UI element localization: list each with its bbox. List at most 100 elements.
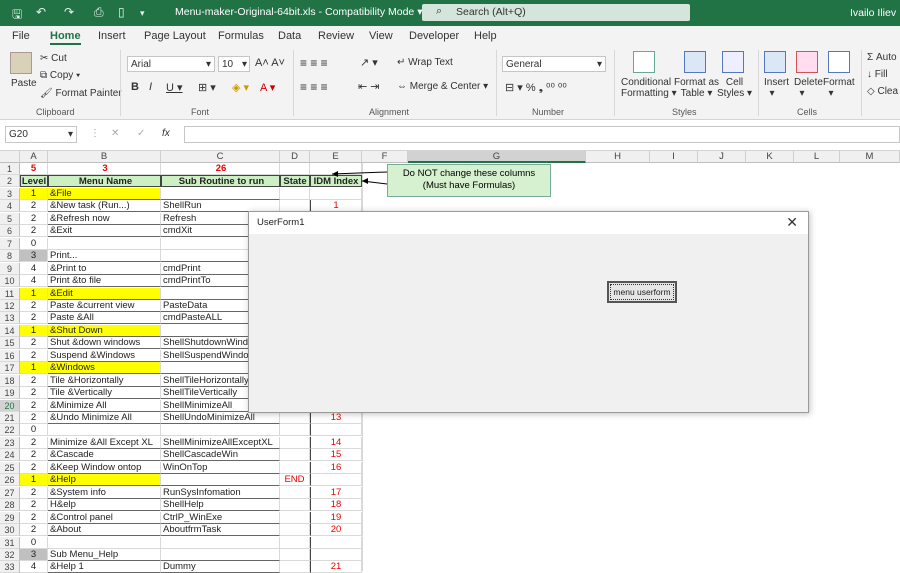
cell-d[interactable] [280, 486, 310, 499]
cell-d[interactable] [280, 424, 310, 437]
column-header-h[interactable]: H [586, 151, 650, 163]
search-box[interactable]: ⌕ Search (Alt+Q) [422, 4, 690, 21]
cell-a[interactable]: 1 [20, 324, 48, 337]
delete-cells-button[interactable]: Delete ▾ [794, 77, 823, 99]
cell-e[interactable]: 14 [310, 436, 362, 449]
cell-d[interactable] [280, 499, 310, 512]
cell-b[interactable]: &Windows [48, 362, 161, 375]
row-header[interactable]: 3 [0, 187, 20, 200]
column-header-l[interactable]: L [794, 151, 840, 163]
cell-a[interactable]: 2 [20, 412, 48, 424]
tab-home[interactable]: Home [50, 30, 81, 45]
column-header-c[interactable]: C [161, 151, 280, 163]
cell-a[interactable]: 1 [20, 474, 48, 487]
cell-d[interactable] [280, 548, 310, 561]
delete-cells-icon[interactable] [796, 51, 818, 73]
cell-b[interactable]: &System info [48, 486, 161, 499]
cell-b[interactable]: Paste &All [48, 312, 161, 325]
conditional-formatting-button[interactable]: Conditional Formatting ▾ [621, 77, 677, 99]
cell-b[interactable]: &Edit [48, 287, 161, 300]
cell-b[interactable] [48, 536, 161, 549]
row-header[interactable]: 19 [0, 387, 20, 400]
cell-e[interactable] [310, 548, 362, 561]
close-icon[interactable]: ✕ [786, 214, 798, 231]
cell-c[interactable]: RunSysInfomation [161, 486, 280, 499]
cell-d[interactable] [280, 536, 310, 549]
cell-b[interactable]: Tile &Vertically [48, 387, 161, 400]
row-header[interactable]: 10 [0, 275, 20, 288]
format-as-table-icon[interactable] [684, 51, 706, 73]
cell-c[interactable]: ShellHelp [161, 499, 280, 512]
cell-e[interactable] [310, 424, 362, 437]
cell-styles-button[interactable]: Cell Styles ▾ [717, 77, 752, 99]
cell-a[interactable]: 2 [20, 374, 48, 387]
cell-b[interactable]: &Keep Window ontop [48, 461, 161, 474]
cell-a[interactable]: Level [20, 175, 48, 188]
row-header[interactable]: 25 [0, 461, 20, 474]
cell-a[interactable]: 3 [20, 548, 48, 561]
font-color-button[interactable]: A ▾ [260, 81, 275, 94]
cell-b[interactable]: Minimize &All Except XL [48, 436, 161, 449]
row-header[interactable]: 29 [0, 511, 20, 524]
cancel-icon[interactable]: ✕ [111, 128, 119, 139]
font-name-select[interactable]: Arial ▾ [127, 56, 215, 72]
cell-b[interactable]: &Undo Minimize All [48, 412, 161, 424]
cell-a[interactable]: 3 [20, 250, 48, 263]
cell-c[interactable]: 26 [161, 163, 280, 175]
cell-styles-icon[interactable] [722, 51, 744, 73]
fill-color-button[interactable]: ◈ ▾ [232, 81, 249, 94]
row-header[interactable]: 14 [0, 324, 20, 337]
row-header[interactable]: 11 [0, 287, 20, 300]
row-header[interactable]: 2 [0, 175, 20, 188]
row-header[interactable]: 23 [0, 436, 20, 449]
cell-d[interactable] [280, 511, 310, 524]
cell-a[interactable]: 2 [20, 225, 48, 238]
column-header-b[interactable]: B [48, 151, 161, 163]
underline-button[interactable]: U ▾ [166, 81, 183, 94]
cell-a[interactable]: 2 [20, 511, 48, 524]
cell-a[interactable]: 2 [20, 436, 48, 449]
cell-a[interactable]: 5 [20, 163, 48, 175]
cell-b[interactable] [48, 424, 161, 437]
cell-b[interactable]: Shut &down windows [48, 337, 161, 350]
cell-b[interactable]: Suspend &Windows [48, 349, 161, 362]
cell-c[interactable]: Sub Routine to run [161, 175, 280, 188]
save-icon[interactable]: 🖫 [12, 5, 22, 26]
user-name[interactable]: Ivailo Iliev [850, 7, 896, 19]
fill-button[interactable]: ↓ Fill [867, 69, 888, 80]
cell-b[interactable]: &File [48, 187, 161, 200]
cell-a[interactable]: 0 [20, 536, 48, 549]
cell-e[interactable] [310, 474, 362, 487]
cell-d[interactable] [280, 561, 310, 573]
cell-a[interactable]: 0 [20, 237, 48, 250]
cell-b[interactable]: Tile &Horizontally [48, 374, 161, 387]
row-header[interactable]: 1 [0, 163, 20, 175]
italic-button[interactable]: I [149, 81, 152, 93]
cell-a[interactable]: 2 [20, 387, 48, 400]
cell-b[interactable]: 3 [48, 163, 161, 175]
name-box[interactable]: G20 ▾ [5, 126, 77, 143]
column-header-j[interactable]: J [698, 151, 746, 163]
cell-e[interactable]: 13 [310, 412, 362, 424]
wrap-text-button[interactable]: ↵ Wrap Text [397, 57, 453, 68]
userform-titlebar[interactable]: UserForm1 ✕ [249, 212, 808, 234]
row-header[interactable]: 26 [0, 474, 20, 487]
insert-function-icon[interactable]: fx [162, 128, 170, 139]
cell-d[interactable] [280, 524, 310, 537]
cell-d[interactable] [280, 449, 310, 462]
clear-button[interactable]: ◇ Clea [867, 86, 898, 97]
row-header[interactable]: 13 [0, 312, 20, 325]
tab-data[interactable]: Data [278, 30, 301, 42]
cell-c[interactable] [161, 187, 280, 200]
orientation-button[interactable]: ↗ ▾ [360, 56, 378, 69]
row-header[interactable]: 4 [0, 200, 20, 213]
column-header-k[interactable]: K [746, 151, 794, 163]
paste-icon[interactable] [10, 52, 32, 74]
cell-a[interactable]: 1 [20, 287, 48, 300]
row-header[interactable]: 30 [0, 524, 20, 537]
row-header[interactable]: 22 [0, 424, 20, 437]
redo-icon[interactable]: ↷ [64, 5, 74, 19]
cell-a[interactable]: 4 [20, 275, 48, 288]
cell-c[interactable]: CtrlP_WinExe [161, 511, 280, 524]
cell-e[interactable] [310, 536, 362, 549]
